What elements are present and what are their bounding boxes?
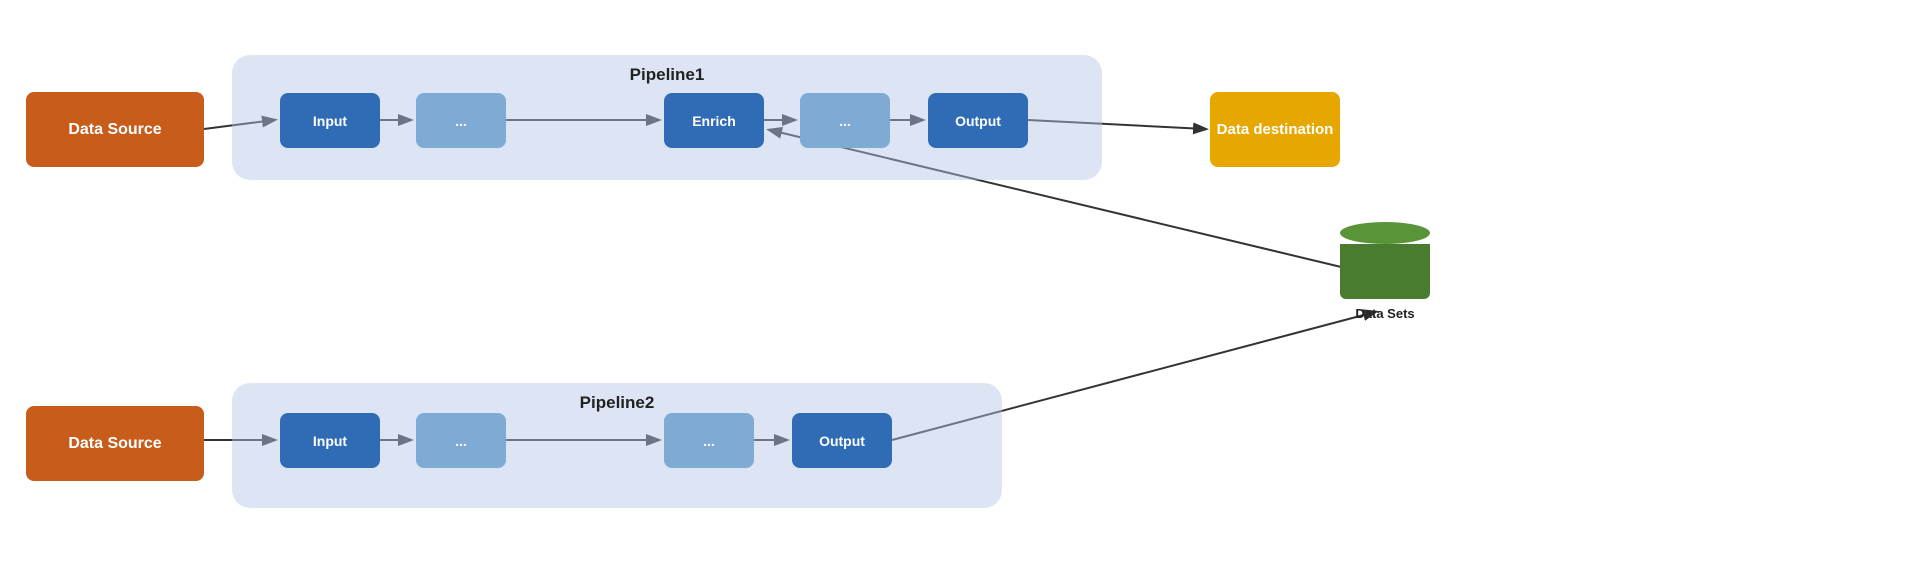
p2-output-node[interactable]: Output xyxy=(792,413,892,468)
cylinder-top xyxy=(1340,222,1430,244)
diagram-container: Pipeline1 Pipeline2 Data Source Input ..… xyxy=(0,0,1910,583)
datasets-node[interactable]: Data Sets xyxy=(1340,222,1430,299)
datasource2-node[interactable]: Data Source xyxy=(26,406,204,481)
p1-dots1-node[interactable]: ... xyxy=(416,93,506,148)
p1-enrich-node[interactable]: Enrich xyxy=(664,93,764,148)
p1-output-node[interactable]: Output xyxy=(928,93,1028,148)
p1-input-node[interactable]: Input xyxy=(280,93,380,148)
p2-input-node[interactable]: Input xyxy=(280,413,380,468)
p2-dots1-node[interactable]: ... xyxy=(416,413,506,468)
cylinder-body xyxy=(1340,244,1430,299)
pipeline1-label: Pipeline1 xyxy=(630,65,705,85)
datasource1-node[interactable]: Data Source xyxy=(26,92,204,167)
pipeline2-label: Pipeline2 xyxy=(580,393,655,413)
p2-dots2-node[interactable]: ... xyxy=(664,413,754,468)
datasets-label: Data Sets xyxy=(1340,306,1430,321)
p1-dots2-node[interactable]: ... xyxy=(800,93,890,148)
destination-node[interactable]: Data destination xyxy=(1210,92,1340,167)
